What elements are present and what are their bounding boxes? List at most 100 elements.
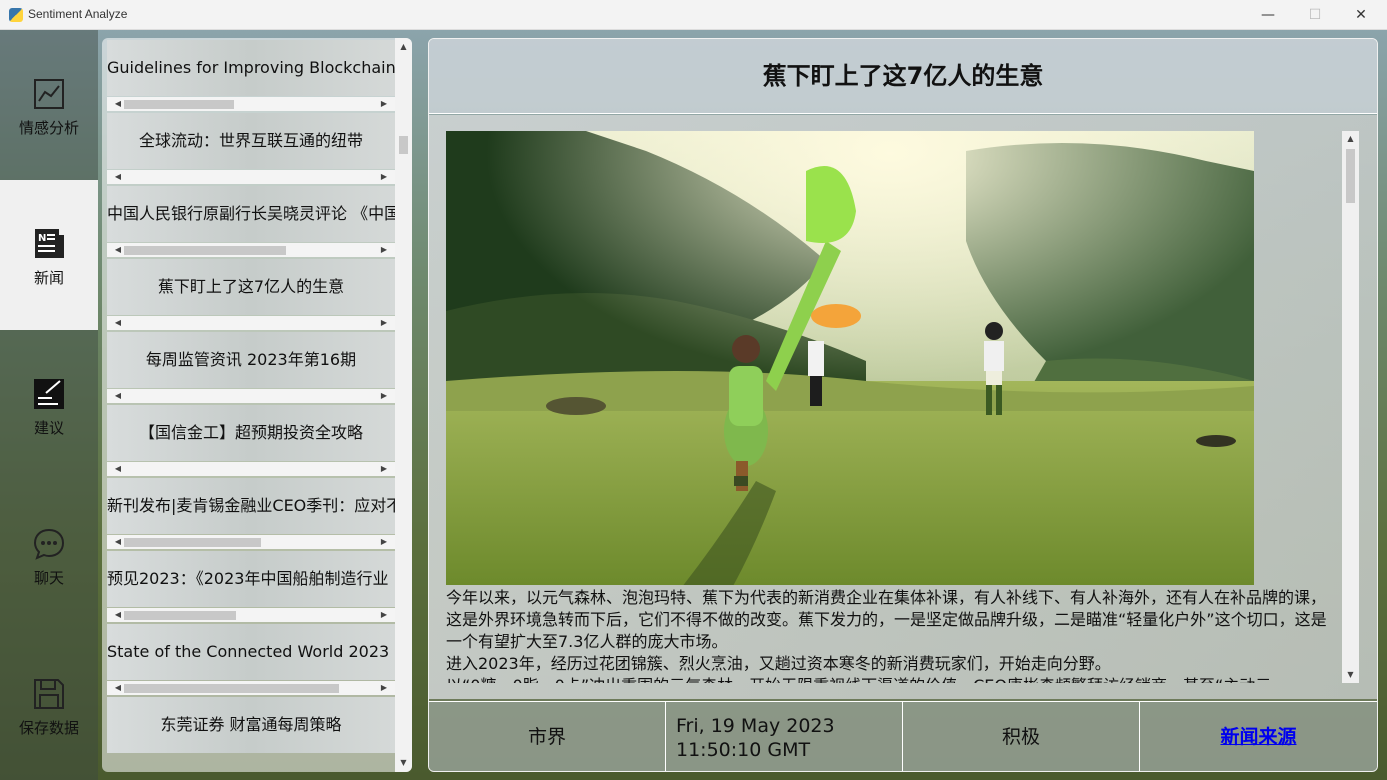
horizontal-scrollbar[interactable]: ◀ ▶	[107, 316, 395, 330]
scrollbar-thumb[interactable]	[1346, 149, 1355, 203]
news-title[interactable]: 新刊发布|麦肯锡金融业CEO季刊：应对不	[107, 478, 395, 534]
scroll-left-icon[interactable]: ◀	[111, 170, 125, 184]
window-title: Sentiment Analyze	[28, 7, 128, 21]
news-title[interactable]: 全球流动：世界互联互通的纽带	[107, 113, 395, 169]
news-source-link[interactable]: 新闻来源	[1220, 726, 1296, 748]
news-date-time: 11:50:10 GMT	[676, 739, 811, 761]
chat-bubble-icon	[33, 528, 65, 560]
window-title-bar: Sentiment Analyze — ☐ ✕	[0, 0, 1387, 30]
horizontal-scrollbar[interactable]: ◀ ▶	[107, 97, 395, 111]
scroll-left-icon[interactable]: ◀	[111, 681, 125, 695]
scroll-up-icon[interactable]: ▲	[1342, 132, 1359, 146]
news-source: 市界	[429, 702, 666, 771]
news-detail-title: 蕉下盯上了这7亿人的生意	[429, 39, 1377, 114]
scrollbar-thumb[interactable]	[124, 611, 236, 620]
sidebar-item-label: 聊天	[33, 569, 64, 587]
news-title[interactable]: 每周监管资讯 2023年第16期	[107, 332, 395, 388]
floppy-disk-icon	[34, 679, 64, 709]
list-item[interactable]: 每周监管资讯 2023年第16期 ◀ ▶	[107, 332, 395, 405]
scroll-left-icon[interactable]: ◀	[111, 608, 125, 622]
news-title[interactable]: 预见2023：《2023年中国船舶制造行业	[107, 551, 395, 607]
scroll-down-icon[interactable]: ▼	[1342, 668, 1359, 682]
maximize-button[interactable]: ☐	[1292, 0, 1338, 30]
news-photo	[446, 131, 1254, 585]
scrollbar-thumb[interactable]	[124, 538, 261, 547]
scroll-down-icon[interactable]: ▼	[395, 756, 412, 770]
news-list-vertical-scrollbar[interactable]: ▲ ▼	[395, 38, 412, 772]
scroll-right-icon[interactable]: ▶	[377, 462, 391, 476]
news-article-text: 今年以来，以元气森林、泡泡玛特、蕉下为代表的新消费企业在集体补课，有人补线下、有…	[446, 587, 1341, 683]
scrollbar-thumb[interactable]	[124, 246, 286, 255]
sidebar-item-label: 建议	[33, 419, 64, 437]
sidebar-item-save-data[interactable]: 保存数据	[0, 630, 98, 780]
scroll-left-icon[interactable]: ◀	[111, 462, 125, 476]
news-title[interactable]: State of the Connected World 2023 E	[107, 624, 395, 680]
news-date-day: Fri, 19 May 2023	[676, 715, 835, 737]
scroll-right-icon[interactable]: ▶	[377, 535, 391, 549]
close-button[interactable]: ✕	[1338, 0, 1384, 30]
horizontal-scrollbar[interactable]: ◀ ▶	[107, 389, 395, 403]
scroll-right-icon[interactable]: ▶	[377, 97, 391, 111]
news-list-panel: Guidelines for Improving Blockchain’s ◀ …	[102, 38, 412, 772]
news-title[interactable]: 东莞证券 财富通每周策略	[107, 697, 395, 753]
line-chart-icon	[34, 79, 64, 109]
edit-note-icon	[34, 379, 64, 409]
sidebar-item-label: 情感分析	[18, 119, 79, 137]
scroll-left-icon[interactable]: ◀	[111, 535, 125, 549]
horizontal-scrollbar[interactable]: ◀ ▶	[107, 535, 395, 549]
horizontal-scrollbar[interactable]: ◀ ▶	[107, 462, 395, 476]
scroll-left-icon[interactable]: ◀	[111, 389, 125, 403]
news-source-link-cell: 新闻来源	[1140, 702, 1377, 771]
news-title[interactable]: 【国信金工】超预期投资全攻略	[107, 405, 395, 461]
list-item[interactable]: 【国信金工】超预期投资全攻略 ◀ ▶	[107, 405, 395, 478]
news-title[interactable]: 蕉下盯上了这7亿人的生意	[107, 259, 395, 315]
scroll-right-icon[interactable]: ▶	[377, 316, 391, 330]
sidebar-item-chat[interactable]: 聊天	[0, 480, 98, 630]
horizontal-scrollbar[interactable]: ◀ ▶	[107, 681, 395, 695]
sidebar: 情感分析 N 新闻 建议 聊天 保存数据	[0, 30, 98, 780]
list-item[interactable]: 新刊发布|麦肯锡金融业CEO季刊：应对不 ◀ ▶	[107, 478, 395, 551]
news-meta-row: 市界 Fri, 19 May 2023 11:50:10 GMT 积极 新闻来源	[429, 701, 1377, 771]
scroll-up-icon[interactable]: ▲	[395, 40, 412, 54]
scroll-right-icon[interactable]: ▶	[377, 170, 391, 184]
article-paragraph: 进入2023年，经历过花团锦簇、烈火烹油，又趟过资本寒冬的新消费玩家们，开始走向…	[446, 654, 1111, 673]
news-sentiment: 积极	[903, 702, 1140, 771]
newspaper-icon: N	[35, 229, 64, 258]
sidebar-item-suggestion[interactable]: 建议	[0, 330, 98, 480]
scroll-left-icon[interactable]: ◀	[111, 243, 125, 257]
news-list: Guidelines for Improving Blockchain’s ◀ …	[107, 38, 395, 772]
sidebar-item-sentiment[interactable]: 情感分析	[0, 30, 98, 180]
scrollbar-thumb[interactable]	[124, 684, 339, 693]
list-item[interactable]: 蕉下盯上了这7亿人的生意 ◀ ▶	[107, 259, 395, 332]
svg-text:N: N	[38, 233, 46, 244]
sidebar-item-label: 保存数据	[18, 719, 79, 737]
scroll-right-icon[interactable]: ▶	[377, 681, 391, 695]
sidebar-item-news[interactable]: N 新闻	[0, 180, 98, 330]
list-item[interactable]: 全球流动：世界互联互通的纽带 ◀ ▶	[107, 113, 395, 186]
scroll-right-icon[interactable]: ▶	[377, 608, 391, 622]
horizontal-scrollbar[interactable]: ◀ ▶	[107, 243, 395, 257]
news-title[interactable]: Guidelines for Improving Blockchain’s	[107, 40, 395, 96]
news-detail-panel: 蕉下盯上了这7亿人的生意 今年以来，以元气森林、泡泡玛特、蕉下为代表的新消费企业…	[428, 38, 1378, 772]
scrollbar-thumb[interactable]	[399, 136, 408, 154]
scrollbar-thumb[interactable]	[124, 100, 234, 109]
app-python-icon	[9, 8, 23, 22]
horizontal-scrollbar[interactable]: ◀ ▶	[107, 608, 395, 622]
list-item[interactable]: 预见2023：《2023年中国船舶制造行业 ◀ ▶	[107, 551, 395, 624]
horizontal-scrollbar[interactable]: ◀ ▶	[107, 170, 395, 184]
list-item[interactable]: State of the Connected World 2023 E ◀ ▶	[107, 624, 395, 697]
scroll-right-icon[interactable]: ▶	[377, 389, 391, 403]
news-title[interactable]: 中国人民银行原副行长吴晓灵评论 《中国	[107, 186, 395, 242]
sidebar-item-label: 新闻	[33, 269, 64, 287]
list-item[interactable]: 中国人民银行原副行长吴晓灵评论 《中国 ◀ ▶	[107, 186, 395, 259]
list-item[interactable]: Guidelines for Improving Blockchain’s ◀ …	[107, 40, 395, 113]
article-vertical-scrollbar[interactable]: ▲ ▼	[1342, 131, 1359, 683]
list-item[interactable]: 东莞证券 财富通每周策略	[107, 697, 395, 770]
scroll-left-icon[interactable]: ◀	[111, 97, 125, 111]
article-paragraph: 以“0糖、0脂、0卡”冲出重围的元气森林，开始无限重视线下渠道的价值，CEO唐彬…	[446, 675, 1341, 683]
scroll-left-icon[interactable]: ◀	[111, 316, 125, 330]
news-detail-body: 今年以来，以元气森林、泡泡玛特、蕉下为代表的新消费企业在集体补课，有人补线下、有…	[429, 115, 1377, 699]
minimize-button[interactable]: —	[1245, 0, 1291, 30]
scroll-right-icon[interactable]: ▶	[377, 243, 391, 257]
news-date: Fri, 19 May 2023 11:50:10 GMT	[666, 702, 903, 771]
